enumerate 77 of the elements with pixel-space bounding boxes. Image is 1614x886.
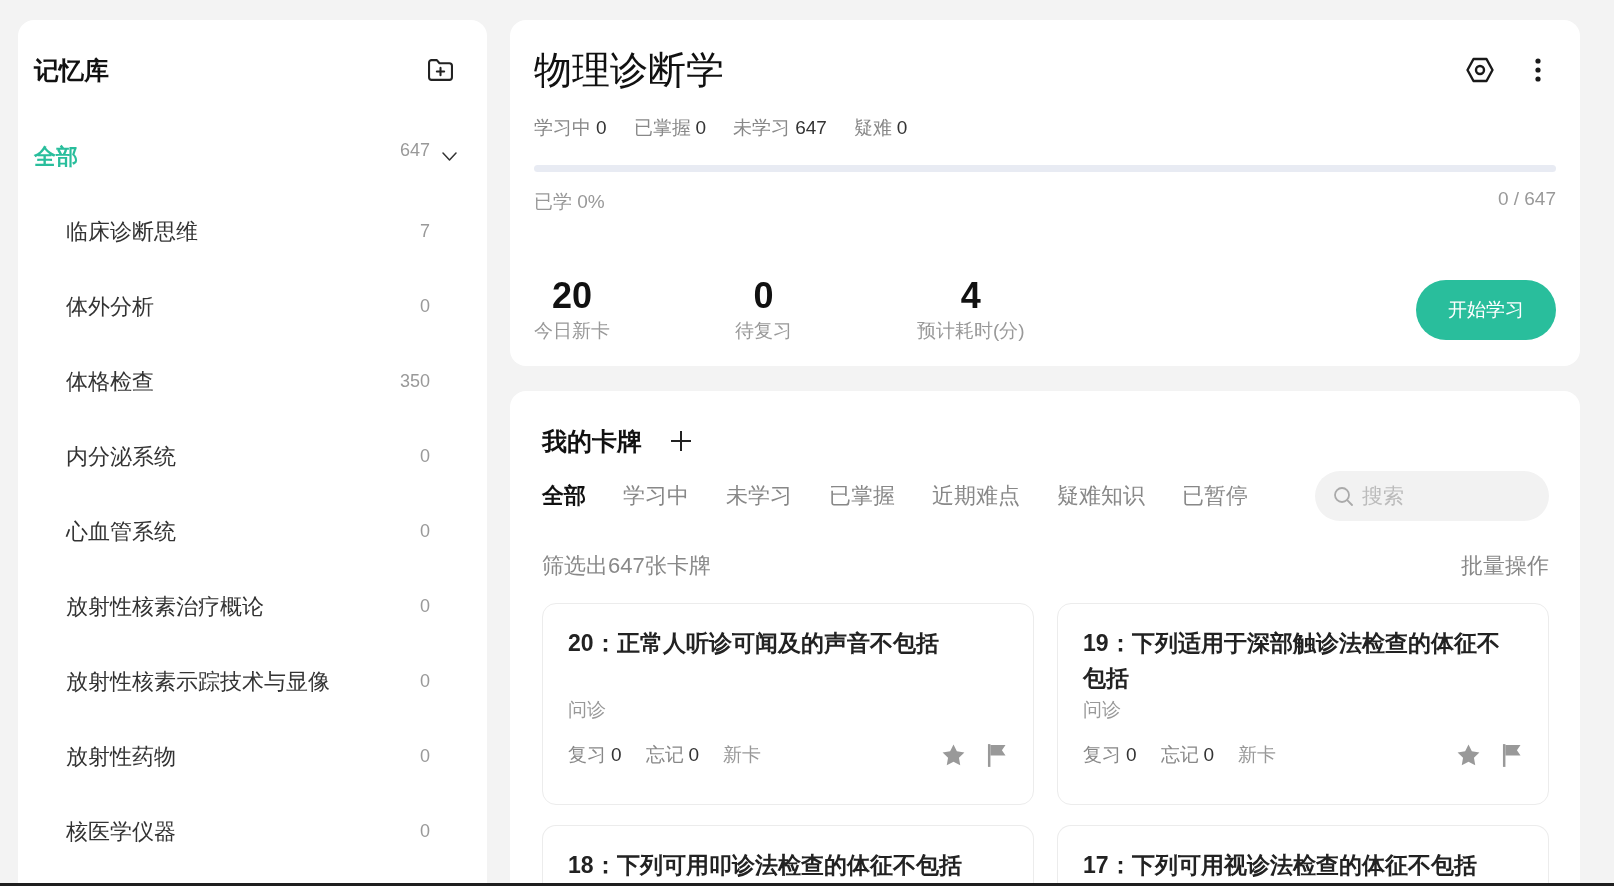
cards-panel-title: 我的卡牌 <box>542 425 642 457</box>
sidebar-item[interactable]: 体格检查 <box>66 366 154 397</box>
search-icon <box>1334 486 1353 506</box>
sidebar-item[interactable]: 心血管系统 <box>66 516 176 547</box>
card-category: 问诊 <box>568 698 607 722</box>
card-stat-value: 0 <box>688 744 700 766</box>
flag-icon[interactable] <box>1502 743 1521 767</box>
deck-title: 物理诊断学 <box>534 48 724 92</box>
stat-value: 0 <box>896 116 908 140</box>
card-title: 20：正常人听诊可闻及的声音不包括 <box>568 630 939 656</box>
sidebar-item[interactable]: 放射性药物 <box>66 741 176 772</box>
card-stat-value: 0 <box>1126 744 1137 766</box>
filter-tab[interactable]: 疑难知识 <box>1057 481 1145 511</box>
card-stat-label: 忘记 <box>1160 743 1199 767</box>
today-stat-value: 0 <box>753 276 774 316</box>
stat-label: 已掌握 <box>633 116 691 140</box>
chevron-icon[interactable] <box>442 152 457 161</box>
question-card[interactable]: 19：下列适用于深部触诊法检查的体征不包括 问诊 复习 0 忘记 0 新卡 <box>1057 603 1549 805</box>
sidebar-item[interactable]: 放射性核素示踪技术与显像 <box>66 666 330 697</box>
progress-count: 0 / 647 <box>1497 187 1556 211</box>
item-count: 0 <box>420 296 430 317</box>
flag-icon[interactable] <box>987 743 1006 767</box>
item-count: 647 <box>399 140 430 161</box>
stat-value: 0 <box>695 116 707 140</box>
filter-summary: 筛选出647张卡牌 <box>542 552 711 580</box>
question-card[interactable]: 20：正常人听诊可闻及的声音不包括 问诊 复习 0 忘记 0 新卡 <box>542 603 1034 805</box>
question-card[interactable]: 17：下列可用视诊法检查的体征不包括 <box>1057 825 1549 883</box>
today-stat-value: 20 <box>551 276 592 316</box>
settings-icon[interactable] <box>1466 57 1494 83</box>
filter-tab[interactable]: 已暂停 <box>1182 481 1248 511</box>
folder-plus-icon[interactable] <box>428 58 453 82</box>
filter-tab[interactable]: 未学习 <box>726 481 792 511</box>
today-stat-label: 今日新卡 <box>534 319 610 343</box>
progress-label: 已学 0% <box>534 190 605 214</box>
stat-value: 0 <box>596 116 607 140</box>
card-stat-label: 忘记 <box>645 743 684 767</box>
card-title: 19：下列适用于深部触诊法检查的体征不包括 <box>1083 630 1500 691</box>
filter-tab[interactable]: 近期难点 <box>932 481 1020 511</box>
item-count: 0 <box>420 821 430 842</box>
star-icon[interactable] <box>942 744 965 766</box>
filter-tab[interactable]: 学习中 <box>623 481 689 511</box>
sidebar-item[interactable]: 放射性核素治疗概论 <box>66 591 264 622</box>
stat-label: 疑难 <box>853 116 892 140</box>
card-stat-label: 复习 <box>1083 743 1121 767</box>
sidebar-title: 记忆库 <box>34 54 109 86</box>
item-count: 0 <box>420 596 430 617</box>
stat-label: 学习中 <box>534 116 591 140</box>
sidebar-item[interactable]: 核医学仪器 <box>66 816 176 847</box>
stat-label: 未学习 <box>733 116 791 140</box>
card-stat-value: 0 <box>1203 744 1215 766</box>
batch-action-button[interactable]: 批量操作 <box>1461 551 1549 581</box>
item-count: 0 <box>420 446 430 467</box>
item-count: 7 <box>420 221 430 242</box>
card-stat-label: 复习 <box>568 743 606 767</box>
question-card[interactable]: 18：下列可用叩诊法检查的体征不包括 <box>542 825 1034 883</box>
item-count: 0 <box>420 746 430 767</box>
sidebar-item[interactable]: 临床诊断思维 <box>66 216 198 247</box>
star-icon[interactable] <box>1457 744 1480 766</box>
item-count: 0 <box>420 671 430 692</box>
today-stat-value: 4 <box>960 276 981 316</box>
sidebar-item[interactable]: 内分泌系统 <box>66 441 176 472</box>
card-title: 18：下列可用叩诊法检查的体征不包括 <box>568 852 962 878</box>
card-category: 问诊 <box>1083 698 1122 722</box>
card-title: 17：下列可用视诊法检查的体征不包括 <box>1083 852 1477 878</box>
card-status: 新卡 <box>723 743 762 767</box>
card-status: 新卡 <box>1238 743 1277 767</box>
kebab-menu-icon[interactable] <box>1535 58 1541 82</box>
sidebar-item[interactable]: 体外分析 <box>66 291 154 322</box>
plus-icon[interactable] <box>671 431 691 451</box>
item-count: 350 <box>399 371 430 392</box>
card-stat-value: 0 <box>611 744 622 766</box>
filter-tab[interactable]: 全部 <box>542 481 586 511</box>
item-count: 0 <box>420 521 430 542</box>
today-stat-label: 待复习 <box>735 319 792 343</box>
stat-value: 647 <box>795 116 827 140</box>
filter-tab[interactable]: 已掌握 <box>829 481 895 511</box>
today-stat-label: 预计耗时(分) <box>917 319 1025 343</box>
